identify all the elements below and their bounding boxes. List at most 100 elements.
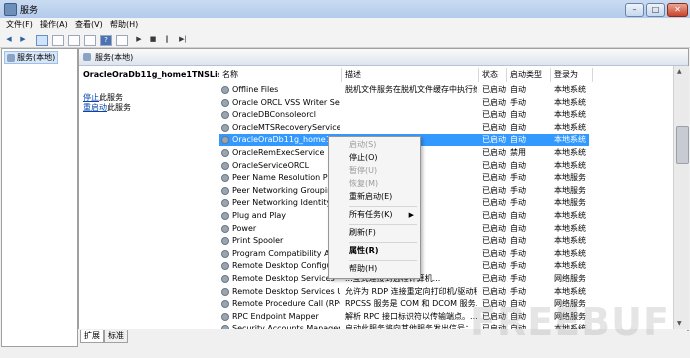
start-service-icon[interactable]: ▶ <box>134 35 144 44</box>
service-desc-cell: 解析 RPC 接口标识符以传输端点。... <box>345 311 477 321</box>
restart-service-link[interactable]: 重启动 <box>83 103 107 112</box>
service-name-cell: Remote Desktop Services Us... <box>232 286 340 296</box>
menu-action[interactable]: 操作(A) <box>40 19 68 30</box>
service-status-cell: 已启动 <box>482 223 506 233</box>
restart-service-icon[interactable]: ▶| <box>176 35 190 44</box>
service-gear-icon <box>221 123 229 132</box>
show-tree-icon[interactable] <box>36 35 48 46</box>
export-list-icon[interactable] <box>84 35 96 46</box>
service-startup-cell: 手动 <box>510 286 526 296</box>
maximize-button[interactable]: □ <box>646 3 665 17</box>
ctx-resume[interactable]: 恢复(M) <box>329 178 420 190</box>
service-gear-icon <box>221 237 229 246</box>
service-status-cell: 已启动 <box>482 185 506 195</box>
service-logon-cell: 本地系统 <box>554 261 586 271</box>
service-name-cell: OracleOraDb11g_home1TNSLi... <box>232 135 340 145</box>
service-logon-cell: 本地系统 <box>554 97 586 107</box>
service-name-cell: OracleRemExecService <box>232 148 325 157</box>
refresh-icon[interactable] <box>68 35 80 46</box>
service-row[interactable]: Offline Files 脱机文件服务在脱机文件缓存中执行维... 已启动 自动 本地… <box>219 84 589 96</box>
service-startup-cell: 手动 <box>510 173 526 183</box>
console-icon[interactable] <box>52 35 64 46</box>
description-panel: OracleOraDb11g_home1TNSListener 停止此服务 重启… <box>79 66 247 330</box>
menu-help[interactable]: 帮助(H) <box>110 19 138 30</box>
minimize-button[interactable]: – <box>625 3 644 17</box>
service-startup-cell: 自动 <box>510 85 526 94</box>
tab-standard[interactable]: 标准 <box>104 330 128 343</box>
service-logon-cell: 本地系统 <box>554 135 586 145</box>
service-row[interactable]: Remote Desktop Services Us... 允许为 RDP 连接重… <box>219 286 589 298</box>
service-row[interactable]: Oracle ORCL VSS Writer Servi... 已启动手动 本地系统 <box>219 97 589 109</box>
ctx-pause[interactable]: 暂停(U) <box>329 165 420 177</box>
menu-file[interactable]: 文件(F) <box>6 19 33 30</box>
ctx-help[interactable]: 帮助(H) <box>329 263 420 275</box>
service-gear-icon <box>221 300 229 309</box>
service-startup-cell: 手动 <box>510 261 526 271</box>
tab-extended[interactable]: 扩展 <box>80 330 104 343</box>
services-app-icon <box>4 3 17 16</box>
ctx-separator <box>349 206 417 207</box>
column-header-startup-type[interactable]: 启动类型 <box>507 68 551 82</box>
ctx-start[interactable]: 启动(S) <box>329 139 420 151</box>
service-name-cell: Print Spooler <box>232 236 284 246</box>
window-title: 服务 <box>20 6 39 16</box>
ctx-stop[interactable]: 停止(O) <box>329 152 420 164</box>
ctx-restart[interactable]: 重新启动(E) <box>329 191 420 203</box>
service-logon-cell: 本地服务 <box>554 185 586 195</box>
scroll-down-arrow-icon[interactable]: ▼ <box>677 320 682 327</box>
service-status-cell: 已启动 <box>482 261 506 271</box>
tree-item-label: 服务(本地) <box>17 53 56 62</box>
service-status-cell: 已启动 <box>482 135 506 145</box>
forward-arrow-icon[interactable]: ▶ <box>18 35 28 44</box>
close-button[interactable]: ✕ <box>667 3 688 17</box>
service-gear-icon <box>221 111 229 120</box>
back-arrow-icon[interactable]: ◀ <box>4 35 14 44</box>
service-gear-icon <box>221 249 229 258</box>
service-name-cell: Peer Name Resolution Proto... <box>232 173 340 183</box>
help-icon[interactable]: ? <box>100 35 112 46</box>
service-name-cell: RPC Endpoint Mapper <box>232 311 319 321</box>
restart-service-suffix: 此服务 <box>107 103 131 112</box>
service-logon-cell: 本地服务 <box>554 173 586 183</box>
ctx-all-tasks[interactable]: 所有任务(K) ▶ <box>329 209 420 221</box>
tree-item-services-local[interactable]: .服务(本地) <box>4 51 59 64</box>
service-status-cell: 已启动 <box>482 148 506 157</box>
pause-service-icon[interactable]: ‖ <box>162 35 172 44</box>
service-row[interactable]: OracleMTSRecoveryService 已启动 自动 本地系统 <box>219 122 589 134</box>
service-startup-cell: 自动 <box>510 236 526 246</box>
service-startup-cell: 自动 <box>510 110 526 120</box>
stop-service-link[interactable]: 停止 <box>83 93 99 102</box>
ctx-properties[interactable]: 属性(R) <box>329 245 420 257</box>
scrollbar-thumb[interactable] <box>676 126 689 164</box>
column-header-status[interactable]: 状态 <box>479 68 507 82</box>
service-status-cell: 已启动 <box>482 211 506 220</box>
stop-service-icon[interactable]: ■ <box>148 35 158 44</box>
properties-icon[interactable] <box>116 35 128 46</box>
vertical-scrollbar[interactable]: ▲ ▼ <box>673 66 689 330</box>
service-startup-cell: 自动 <box>510 122 526 132</box>
service-logon-cell: 本地系统 <box>554 148 586 157</box>
toolbar: ◀ ▶ ? ▶ ■ ‖ ▶| <box>0 32 690 48</box>
service-status-cell: 已启动 <box>482 97 506 107</box>
column-header-name[interactable]: 名称 <box>219 68 342 82</box>
service-status-cell: 已启动 <box>482 160 506 170</box>
service-logon-cell: 本地系统 <box>554 160 586 170</box>
service-gear-icon <box>221 86 229 94</box>
service-logon-cell: 本地系统 <box>554 248 586 258</box>
service-gear-icon <box>221 98 229 107</box>
service-status-cell: 已启动 <box>482 173 506 183</box>
service-gear-icon <box>221 312 229 321</box>
service-name-cell: Program Compatibility Assis... <box>232 248 340 258</box>
ctx-separator <box>349 224 417 225</box>
scroll-up-arrow-icon[interactable]: ▲ <box>677 68 682 75</box>
service-status-cell: 已启动 <box>482 110 506 120</box>
service-row[interactable]: OracleDBConsoleorcl 已启动 自动 本地系统 <box>219 109 589 121</box>
title-bar: 服务 – □ ✕ <box>0 0 690 18</box>
menu-view[interactable]: 查看(V) <box>75 19 103 30</box>
column-header-logon-as[interactable]: 登录为 <box>551 68 593 82</box>
service-gear-icon <box>221 275 229 283</box>
service-status-cell: 已启动 <box>482 274 506 283</box>
ctx-refresh[interactable]: 刷新(F) <box>329 227 420 239</box>
column-header-description[interactable]: 描述 <box>342 68 479 82</box>
service-gear-icon <box>221 174 229 183</box>
